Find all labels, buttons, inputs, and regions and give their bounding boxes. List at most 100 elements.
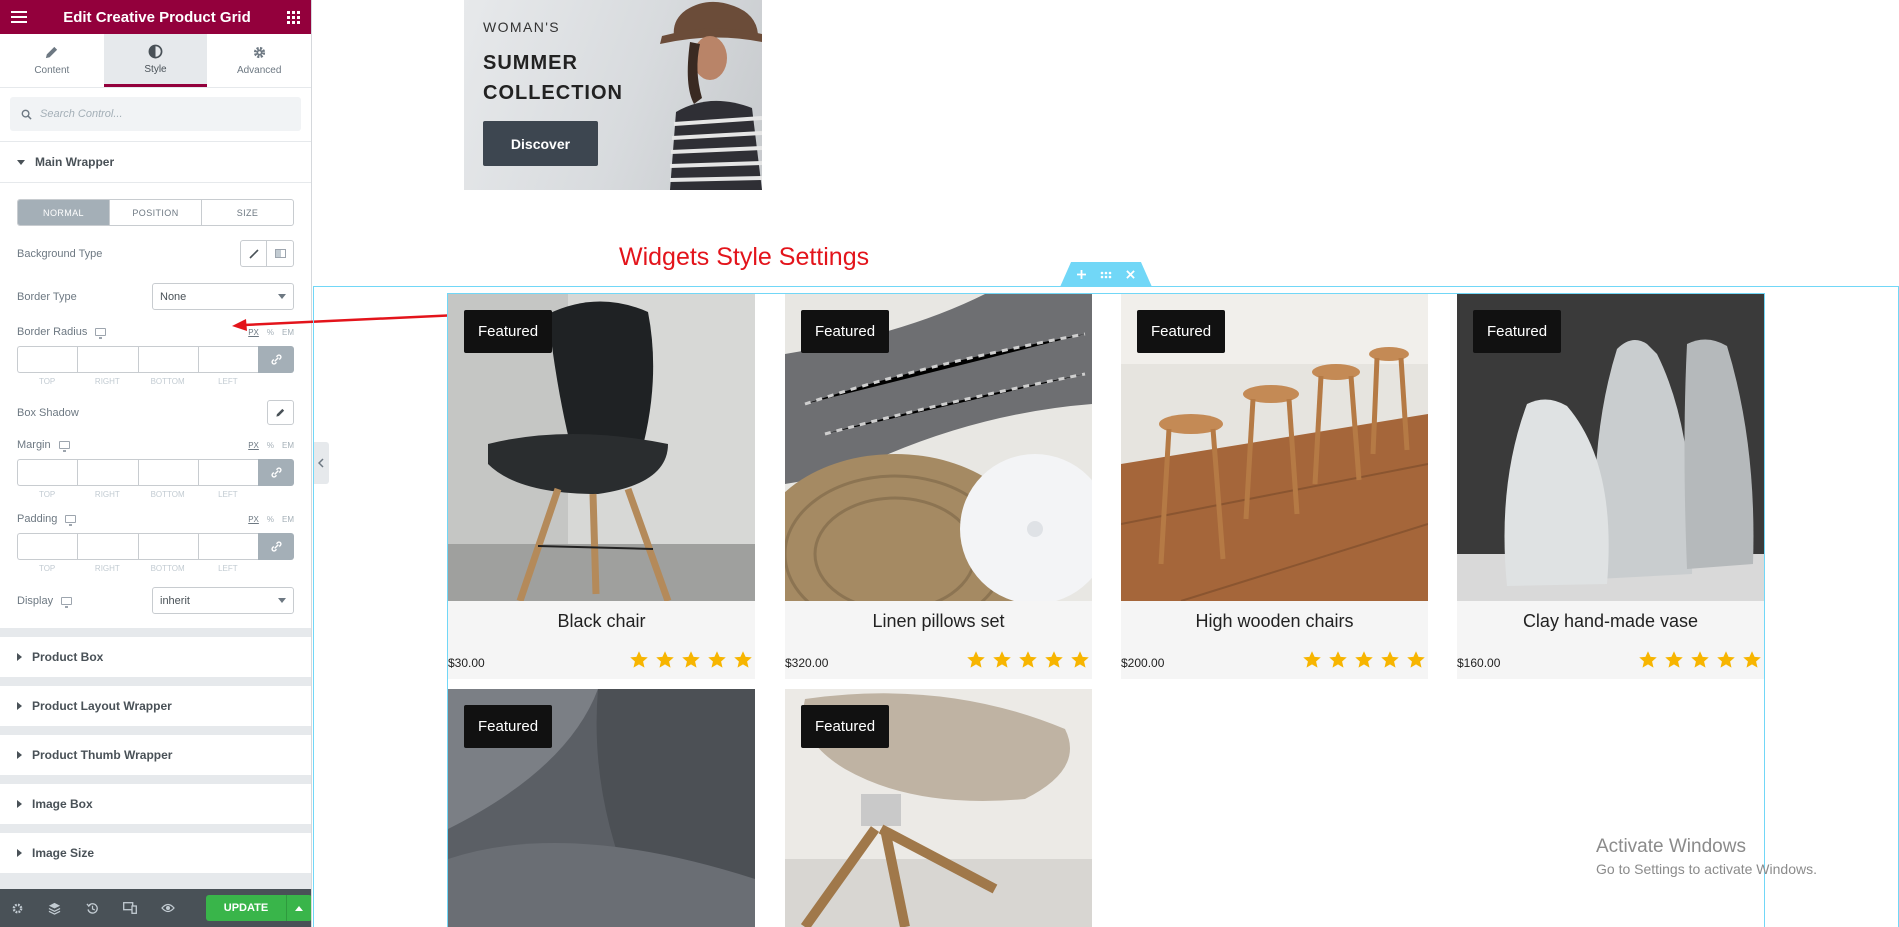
padding-right-input[interactable] [77, 533, 138, 560]
desktop-icon[interactable] [95, 328, 107, 339]
margin-right-input[interactable] [77, 459, 138, 486]
section-image-box[interactable]: Image Box [0, 784, 311, 824]
unit-em[interactable]: EM [282, 441, 294, 450]
featured-badge: Featured [801, 310, 890, 353]
link-icon[interactable] [258, 346, 294, 373]
tab-style-label: Style [144, 63, 167, 75]
radius-top-input[interactable] [17, 346, 78, 373]
section-title: Product Layout Wrapper [32, 699, 172, 713]
section-product-box[interactable]: Product Box [0, 637, 311, 677]
margin-left-input[interactable] [197, 459, 258, 486]
contrast-icon [148, 44, 163, 58]
widgets-grid-icon[interactable] [286, 10, 300, 24]
product-title[interactable]: Linen pillows set [785, 611, 1092, 632]
background-type-control: Background Type [17, 240, 294, 267]
star-icon [1665, 651, 1683, 668]
product-card[interactable]: Featured Linen pillows set $320.00 [785, 294, 1092, 679]
product-card[interactable]: Featured Clay hand-made vase $160.00 [1457, 294, 1764, 679]
margin-inputs [17, 459, 294, 486]
unit-percent[interactable]: % [267, 515, 274, 524]
padding-inputs [17, 533, 294, 560]
state-tab-size[interactable]: SIZE [202, 200, 293, 225]
search-input[interactable]: Search Control... [10, 97, 301, 131]
banner-eyebrow: WOMAN'S [483, 19, 561, 35]
padding-bottom-input[interactable] [137, 533, 198, 560]
elementor-editor: Edit Creative Product Grid Content Style… [0, 0, 1899, 927]
radius-bottom-input[interactable] [137, 346, 198, 373]
promo-banner: WOMAN'S SUMMER COLLECTION Discover [464, 0, 762, 190]
desktop-icon[interactable] [61, 596, 73, 608]
discover-button[interactable]: Discover [483, 121, 598, 166]
section-product-layout-wrapper[interactable]: Product Layout Wrapper [0, 686, 311, 726]
star-icon [993, 651, 1011, 668]
star-icon [1717, 651, 1735, 668]
section-handle[interactable] [1060, 262, 1152, 287]
product-image-linen-pillows: Featured [785, 294, 1092, 601]
section-main-wrapper-header[interactable]: Main Wrapper [0, 142, 311, 182]
radius-left-input[interactable] [197, 346, 258, 373]
tab-style[interactable]: Style [103, 34, 208, 87]
product-title[interactable]: Clay hand-made vase [1457, 611, 1764, 632]
margin-bottom-input[interactable] [137, 459, 198, 486]
section-title: Main Wrapper [35, 155, 115, 169]
unit-px[interactable]: PX [248, 441, 259, 450]
dim-right-label: RIGHT [94, 377, 120, 386]
star-rating [629, 650, 753, 670]
featured-badge: Featured [464, 310, 553, 353]
desktop-icon[interactable] [58, 441, 70, 452]
product-card[interactable]: Featured [785, 689, 1092, 927]
chevron-down-icon [278, 598, 286, 603]
section-product-thumb-wrapper[interactable]: Product Thumb Wrapper [0, 735, 311, 775]
display-select[interactable]: inherit [152, 587, 294, 614]
banner-headline: SUMMER COLLECTION [483, 52, 623, 104]
brush-icon[interactable] [241, 241, 267, 266]
product-title[interactable]: Black chair [448, 611, 755, 632]
section-image-size[interactable]: Image Size [0, 833, 311, 873]
unit-switcher: PX% EM [248, 441, 294, 450]
padding-left-input[interactable] [197, 533, 258, 560]
gradient-icon[interactable] [267, 241, 293, 266]
featured-badge: Featured [1137, 310, 1226, 353]
link-icon[interactable] [258, 459, 294, 486]
product-title[interactable]: High wooden chairs [1121, 611, 1428, 632]
display-control: Display inherit [17, 587, 294, 614]
drag-handle-icon[interactable] [1100, 271, 1112, 279]
radius-right-input[interactable] [77, 346, 138, 373]
menu-icon[interactable] [11, 11, 27, 23]
unit-em[interactable]: EM [282, 515, 294, 524]
link-icon[interactable] [258, 533, 294, 560]
star-icon [708, 651, 726, 668]
padding-top-input[interactable] [17, 533, 78, 560]
star-icon [1381, 651, 1399, 668]
pencil-icon [46, 46, 58, 59]
preview-eye-icon[interactable] [160, 900, 175, 916]
product-price: $30.00 [448, 656, 485, 670]
margin-top-input[interactable] [17, 459, 78, 486]
tab-advanced[interactable]: Advanced [207, 34, 311, 87]
caret-down-icon [17, 159, 25, 165]
add-icon[interactable] [1077, 270, 1086, 279]
panel-tabs: Content Style Advanced [0, 34, 311, 88]
history-icon[interactable] [85, 900, 100, 916]
state-tab-normal[interactable]: NORMAL [18, 200, 110, 225]
state-tab-position[interactable]: POSITION [110, 200, 202, 225]
tab-content[interactable]: Content [0, 34, 104, 87]
responsive-mode-icon[interactable] [123, 900, 138, 916]
watermark-title: Activate Windows [1596, 836, 1746, 857]
product-card[interactable]: Featured Black chair $30.00 [448, 294, 755, 679]
product-card[interactable]: Featured [448, 689, 755, 927]
update-button[interactable]: UPDATE [205, 895, 286, 921]
desktop-icon[interactable] [65, 515, 77, 526]
save-options-icon[interactable] [285, 895, 311, 921]
panel-header: Edit Creative Product Grid [0, 0, 311, 34]
close-icon[interactable] [1126, 270, 1135, 279]
border-radius-label: Border Radius [17, 326, 88, 338]
unit-percent[interactable]: % [267, 441, 274, 450]
edit-pencil-icon[interactable] [267, 400, 294, 425]
product-card[interactable]: Featured High wooden chairs $200.00 [1121, 294, 1428, 679]
star-icon [1355, 651, 1373, 668]
unit-px[interactable]: PX [248, 515, 259, 524]
star-icon [630, 651, 648, 668]
layers-icon[interactable] [48, 900, 63, 916]
settings-gear-icon[interactable] [10, 900, 25, 916]
